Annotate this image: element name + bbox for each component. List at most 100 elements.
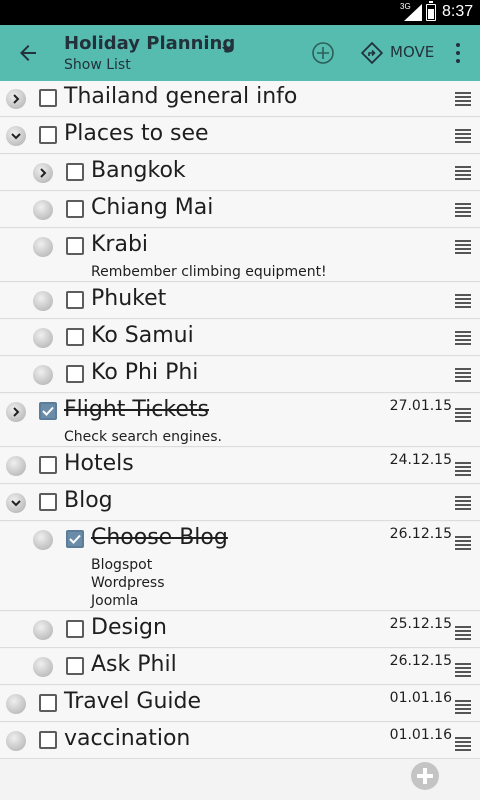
item-title: Phuket	[91, 286, 167, 311]
chevron-down-icon[interactable]	[222, 47, 232, 53]
item-checkbox[interactable]	[39, 402, 57, 420]
item-title: Krabi	[91, 232, 149, 257]
item-note: Joomla	[91, 593, 139, 609]
expand-less-icon[interactable]	[6, 493, 26, 513]
bullet-icon	[6, 456, 26, 476]
drag-handle-icon[interactable]	[455, 166, 471, 180]
task-list: Thailand general info Places to see Bangko…	[0, 81, 480, 800]
drag-handle-icon[interactable]	[455, 92, 471, 106]
list-title[interactable]: Holiday Planning	[64, 33, 235, 54]
item-checkbox[interactable]	[66, 291, 84, 309]
item-title: vaccination	[64, 726, 191, 751]
drag-handle-icon[interactable]	[455, 129, 471, 143]
list-item[interactable]: Phuket	[0, 283, 480, 319]
drag-handle-icon[interactable]	[455, 462, 471, 476]
due-date: 01.01.16	[389, 690, 452, 706]
expand-more-icon[interactable]	[6, 402, 26, 422]
clock: 8:37	[442, 3, 474, 20]
status-bar: 3G 8:37	[0, 0, 480, 25]
app-bar: Holiday Planning Show List MOVE	[0, 25, 480, 81]
item-checkbox[interactable]	[39, 456, 57, 474]
due-date: 26.12.15	[389, 653, 452, 669]
item-checkbox[interactable]	[66, 620, 84, 638]
arrow-left-icon[interactable]	[16, 41, 40, 65]
list-item[interactable]: Places to see	[0, 118, 480, 154]
list-item[interactable]: Chiang Mai	[0, 192, 480, 228]
drag-handle-icon[interactable]	[455, 408, 471, 422]
drag-handle-icon[interactable]	[455, 700, 471, 714]
item-checkbox[interactable]	[66, 530, 84, 548]
list-item[interactable]: Thailand general info	[0, 81, 480, 117]
bullet-icon	[33, 530, 53, 550]
item-note: Wordpress	[91, 575, 165, 591]
drag-handle-icon[interactable]	[455, 203, 471, 217]
due-date: 25.12.15	[389, 616, 452, 632]
list-item[interactable]: Ask Phil 26.12.15	[0, 649, 480, 685]
item-checkbox[interactable]	[39, 731, 57, 749]
bullet-icon	[33, 237, 53, 257]
add-item-icon[interactable]	[411, 762, 439, 790]
drag-handle-icon[interactable]	[455, 496, 471, 510]
bullet-icon	[33, 657, 53, 677]
list-item[interactable]: Hotels 24.12.15	[0, 448, 480, 484]
item-note: Check search engines.	[64, 429, 222, 445]
bullet-icon	[33, 620, 53, 640]
add-circle-icon[interactable]	[311, 41, 335, 65]
list-item[interactable]: Blog	[0, 485, 480, 521]
item-title: Chiang Mai	[91, 195, 214, 220]
list-item[interactable]: Ko Samui	[0, 320, 480, 356]
signal-icon	[404, 4, 422, 21]
expand-more-icon[interactable]	[33, 163, 53, 183]
bullet-icon	[33, 365, 53, 385]
drag-handle-icon[interactable]	[455, 663, 471, 677]
due-date: 24.12.15	[389, 452, 452, 468]
item-title: Places to see	[64, 121, 209, 146]
item-checkbox[interactable]	[39, 694, 57, 712]
item-checkbox[interactable]	[66, 237, 84, 255]
bullet-icon	[6, 731, 26, 751]
item-title: Ko Phi Phi	[91, 360, 199, 385]
due-date: 01.01.16	[389, 727, 452, 743]
item-note: Rembember climbing equipment!	[91, 264, 327, 280]
item-title: Design	[91, 615, 167, 640]
move-button[interactable]: MOVE	[390, 43, 434, 61]
drag-handle-icon[interactable]	[455, 240, 471, 254]
list-item[interactable]: Travel Guide 01.01.16	[0, 686, 480, 722]
item-checkbox[interactable]	[66, 200, 84, 218]
bullet-icon	[33, 328, 53, 348]
drag-handle-icon[interactable]	[455, 331, 471, 345]
item-title: Choose Blog	[91, 525, 228, 550]
drag-handle-icon[interactable]	[455, 368, 471, 382]
list-item[interactable]: Flight Tickets 27.01.15 Check search engin…	[0, 394, 480, 447]
bullet-icon	[33, 291, 53, 311]
drag-handle-icon[interactable]	[455, 737, 471, 751]
item-checkbox[interactable]	[39, 89, 57, 107]
item-checkbox[interactable]	[66, 163, 84, 181]
item-title: Travel Guide	[64, 689, 201, 714]
item-checkbox[interactable]	[39, 493, 57, 511]
move-icon[interactable]	[361, 42, 383, 64]
item-title: Hotels	[64, 451, 134, 476]
bullet-icon	[33, 200, 53, 220]
drag-handle-icon[interactable]	[455, 626, 471, 640]
list-item[interactable]: Ko Phi Phi	[0, 357, 480, 393]
item-title: Ask Phil	[91, 652, 177, 677]
item-note: Blogspot	[91, 557, 153, 573]
item-checkbox[interactable]	[66, 657, 84, 675]
item-checkbox[interactable]	[66, 328, 84, 346]
drag-handle-icon[interactable]	[455, 294, 471, 308]
drag-handle-icon[interactable]	[455, 536, 471, 550]
more-vert-icon[interactable]	[452, 41, 464, 65]
expand-less-icon[interactable]	[6, 126, 26, 146]
item-checkbox[interactable]	[39, 126, 57, 144]
list-item[interactable]: Bangkok	[0, 155, 480, 191]
list-item[interactable]: Design 25.12.15	[0, 612, 480, 648]
list-item[interactable]: Krabi Rembember climbing equipment!	[0, 229, 480, 282]
list-item[interactable]: Choose Blog 26.12.15 Blogspot Wordpress Joom…	[0, 522, 480, 611]
item-checkbox[interactable]	[66, 365, 84, 383]
list-item[interactable]: vaccination 01.01.16	[0, 723, 480, 759]
expand-more-icon[interactable]	[6, 89, 26, 109]
battery-icon	[426, 1, 436, 21]
item-title: Thailand general info	[64, 84, 298, 109]
list-subtitle[interactable]: Show List	[64, 57, 131, 73]
